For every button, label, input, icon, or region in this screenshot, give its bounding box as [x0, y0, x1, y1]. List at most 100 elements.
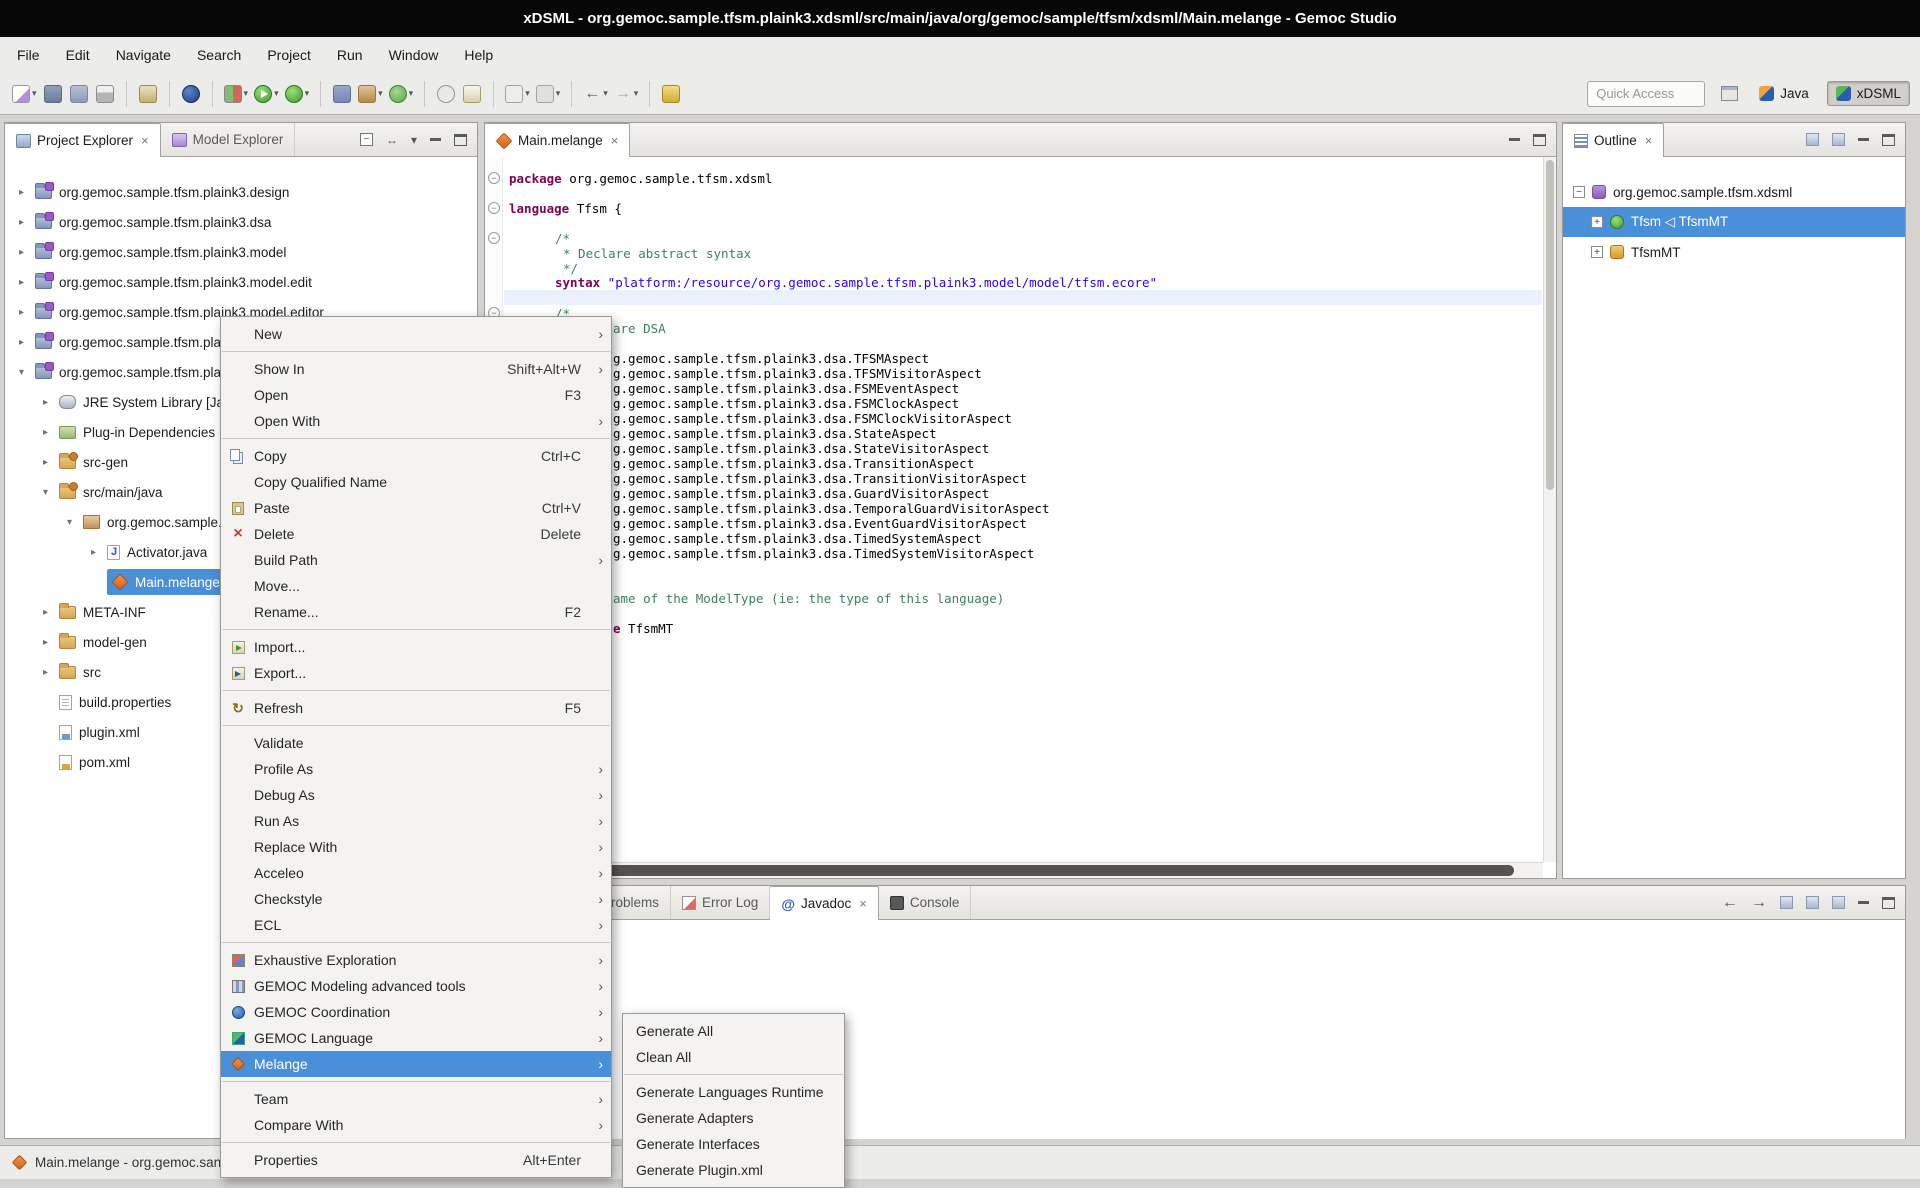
expander-icon[interactable]: ▸ — [39, 457, 52, 468]
menu-item-export[interactable]: Export... — [221, 660, 611, 686]
expander-icon[interactable]: ▸ — [39, 637, 52, 648]
menu-item-replace-with[interactable]: Replace With› — [221, 834, 611, 860]
minimize-icon[interactable] — [430, 138, 441, 141]
menu-item-exhaustive-exploration[interactable]: Exhaustive Exploration› — [221, 947, 611, 973]
expander-icon[interactable]: + — [1591, 246, 1603, 258]
new-class-button[interactable]: ▾ — [387, 80, 416, 108]
tree-item-project-model-edit[interactable]: ▸org.gemoc.sample.tfsm.plaink3.model.edi… — [5, 267, 477, 297]
quick-access-input[interactable] — [1587, 81, 1705, 107]
perspective-xdsml-button[interactable]: xDSML — [1827, 81, 1910, 106]
menu-item-paste[interactable]: PasteCtrl+V — [221, 495, 611, 521]
menu-item-new[interactable]: New› — [221, 321, 611, 347]
link-with-editor-icon[interactable]: ↔ — [386, 133, 398, 147]
menu-project[interactable]: Project — [254, 39, 324, 71]
minimize-icon[interactable] — [1509, 138, 1520, 141]
prev-annotation-button[interactable]: ▾ — [534, 80, 563, 108]
horizontal-scrollbar[interactable] — [485, 862, 1543, 878]
code-editor[interactable]: − − − − package org.gemoc.sample.tfsm.xd… — [485, 157, 1556, 878]
tab-console[interactable]: Console — [879, 886, 972, 919]
close-icon[interactable]: × — [611, 133, 619, 148]
tree-item-project-design[interactable]: ▸org.gemoc.sample.tfsm.plaink3.design — [5, 177, 477, 207]
run-button[interactable]: ▾ — [252, 80, 281, 108]
view-menu-icon[interactable]: ▾ — [411, 133, 417, 147]
debug-button[interactable] — [179, 80, 203, 108]
open-type-button[interactable] — [434, 80, 458, 108]
next-annotation-button[interactable]: ▾ — [503, 80, 532, 108]
expander-icon[interactable]: ▸ — [15, 187, 28, 198]
maximize-icon[interactable] — [1882, 134, 1895, 146]
vertical-scrollbar[interactable] — [1543, 157, 1556, 862]
tree-item-project-model[interactable]: ▸org.gemoc.sample.tfsm.plaink3.model — [5, 237, 477, 267]
submenu-item-generate-languages-runtime[interactable]: Generate Languages Runtime — [623, 1079, 844, 1105]
menu-search[interactable]: Search — [184, 39, 254, 71]
expander-icon[interactable]: ▸ — [87, 547, 100, 558]
save-all-button[interactable] — [67, 80, 91, 108]
expander-icon[interactable]: ▾ — [63, 517, 76, 528]
menu-item-validate[interactable]: Validate — [221, 730, 611, 756]
maximize-icon[interactable] — [1533, 134, 1546, 146]
menu-help[interactable]: Help — [451, 39, 506, 71]
scrollbar-thumb[interactable] — [488, 865, 1514, 876]
menu-item-copy-qualified-name[interactable]: Copy Qualified Name — [221, 469, 611, 495]
menu-item-gemoc-modeling-tools[interactable]: GEMOC Modeling advanced tools› — [221, 973, 611, 999]
minimize-icon[interactable] — [1858, 138, 1869, 141]
outline-item-root[interactable]: − org.gemoc.sample.tfsm.xdsml — [1563, 177, 1905, 207]
tab-model-explorer[interactable]: Model Explorer — [161, 123, 296, 156]
menu-item-move[interactable]: Move... — [221, 573, 611, 599]
expander-icon[interactable]: ▸ — [39, 607, 52, 618]
expander-icon[interactable]: − — [1573, 186, 1585, 198]
fold-marker-icon[interactable]: − — [488, 232, 500, 244]
menu-item-show-in[interactable]: Show InShift+Alt+W› — [221, 356, 611, 382]
menu-item-open[interactable]: OpenF3 — [221, 382, 611, 408]
forward-icon[interactable]: → — [1751, 894, 1767, 912]
close-icon[interactable]: × — [859, 896, 867, 911]
back-icon[interactable]: ← — [1722, 894, 1738, 912]
print-button[interactable] — [93, 80, 117, 108]
menu-item-melange[interactable]: Melange› — [221, 1051, 611, 1077]
menu-item-refresh[interactable]: ↻RefreshF5 — [221, 695, 611, 721]
menu-window[interactable]: Window — [376, 39, 452, 71]
new-package-button[interactable]: ▾ — [356, 80, 385, 108]
expander-icon[interactable]: ▾ — [39, 487, 52, 498]
open-attached-javadoc-icon[interactable] — [1806, 896, 1819, 909]
back-button[interactable]: ←▾ — [581, 80, 610, 108]
tab-project-explorer[interactable]: Project Explorer × — [5, 123, 161, 157]
open-perspective-button[interactable] — [1717, 80, 1741, 108]
tab-javadoc[interactable]: @ Javadoc × — [770, 886, 879, 920]
tab-error-log[interactable]: Error Log — [671, 886, 770, 919]
tree-item-project-dsa[interactable]: ▸org.gemoc.sample.tfsm.plaink3.dsa — [5, 207, 477, 237]
maximize-icon[interactable] — [454, 134, 467, 146]
menu-item-profile-as[interactable]: Profile As› — [221, 756, 611, 782]
menu-navigate[interactable]: Navigate — [103, 39, 184, 71]
menu-item-build-path[interactable]: Build Path› — [221, 547, 611, 573]
filter-icon[interactable] — [1832, 133, 1845, 146]
collapse-all-icon[interactable]: − — [360, 133, 373, 146]
menu-item-checkstyle[interactable]: Checkstyle› — [221, 886, 611, 912]
expander-icon[interactable]: ▸ — [15, 337, 28, 348]
new-java-project-button[interactable] — [330, 80, 354, 108]
fold-marker-icon[interactable]: − — [488, 202, 500, 214]
submenu-item-clean-all[interactable]: Clean All — [623, 1044, 844, 1070]
expander-icon[interactable]: ▸ — [15, 307, 28, 318]
expander-icon[interactable]: ▸ — [39, 427, 52, 438]
submenu-item-generate-all[interactable]: Generate All — [623, 1018, 844, 1044]
outline-item-tfsmmt[interactable]: + TfsmMT — [1563, 237, 1905, 267]
last-edit-location-button[interactable] — [659, 80, 683, 108]
menu-item-delete[interactable]: ×DeleteDelete — [221, 521, 611, 547]
external-tools-button[interactable]: ▾ — [283, 80, 312, 108]
coverage-button[interactable]: ▾ — [222, 80, 251, 108]
save-button[interactable] — [41, 80, 65, 108]
menu-item-debug-as[interactable]: Debug As› — [221, 782, 611, 808]
tab-main-melange[interactable]: Main.melange × — [485, 123, 630, 157]
open-input-icon[interactable] — [1832, 896, 1845, 909]
outline-item-tfsm[interactable]: + Tfsm ◁ TfsmMT — [1563, 207, 1905, 237]
menu-item-ecl[interactable]: ECL› — [221, 912, 611, 938]
sort-icon[interactable] — [1806, 133, 1819, 146]
perspective-java-button[interactable]: Java — [1751, 82, 1817, 105]
menu-item-import[interactable]: Import... — [221, 634, 611, 660]
menu-item-compare-with[interactable]: Compare With› — [221, 1112, 611, 1138]
minimize-icon[interactable] — [1858, 901, 1869, 904]
new-wizard-button[interactable]: ▾ — [10, 80, 39, 108]
scrollbar-thumb[interactable] — [1546, 160, 1554, 490]
menu-item-team[interactable]: Team› — [221, 1086, 611, 1112]
